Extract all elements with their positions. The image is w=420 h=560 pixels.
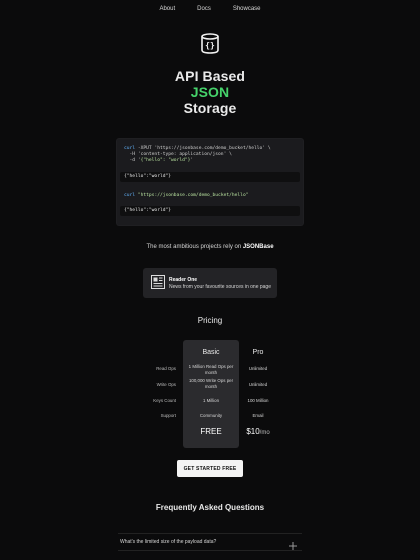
code-example: curl -XPUT 'https://jsonbase.com/demo_bu… (116, 138, 304, 226)
pro-price-unit: /mo (259, 430, 270, 436)
page: About Docs Showcase {} API Based JSON St… (0, 0, 420, 560)
faq-title: Frequently Asked Questions (155, 503, 265, 512)
put-command-data-prefix: -d ' (124, 158, 141, 163)
hero-title-line-3: Storage (183, 100, 237, 116)
faq-question: What's the limited size of the payload d… (120, 539, 217, 545)
nav-docs[interactable]: Docs (197, 6, 211, 12)
get-started-button[interactable]: GET STARTED FREE (177, 460, 243, 477)
put-command-data: {"hello": "world"} (140, 158, 191, 163)
rely-text: The most ambitious projects rely on JSON… (0, 244, 420, 250)
row-label-keys-count: Keys Count (153, 398, 176, 403)
row-label-support: Support (160, 413, 176, 418)
pro-price-amount: $10 (246, 427, 260, 436)
svg-text:{}: {} (205, 41, 215, 50)
plus-icon[interactable] (288, 538, 298, 550)
nav-showcase[interactable]: Showcase (233, 6, 261, 12)
put-command-keyword: curl (124, 146, 136, 151)
row-label-read-ops: Read Ops (156, 366, 176, 371)
put-command-output: {"hello":"world"} (120, 172, 300, 182)
put-command-url: -XPUT 'https://jsonbase.com/demo_bucket/… (135, 146, 271, 151)
project-card-reader-one[interactable]: Reader One News from your favourite sour… (143, 268, 277, 298)
hero-title: API Based JSON Storage (0, 68, 420, 116)
get-command-keyword: curl (124, 193, 136, 198)
hero-title-line-2: JSON (190, 84, 230, 100)
put-command: curl -XPUT 'https://jsonbase.com/demo_bu… (124, 146, 271, 164)
pro-keys-count: 100 Million (247, 398, 269, 403)
get-command-url: "https://jsonbase.com/demo_bucket/hello" (135, 193, 249, 198)
pricing-title: Pricing (197, 316, 223, 325)
pro-price: $10/mo (230, 427, 286, 436)
put-command-header: -H 'content-type: application/json' \ (124, 152, 232, 157)
pro-read-ops: Unlimited (248, 366, 268, 371)
get-command-output: {"hello":"world"} (120, 206, 300, 216)
project-name: Reader One (169, 277, 198, 283)
get-command: curl "https://jsonbase.com/demo_bucket/h… (124, 193, 248, 199)
project-description: News from your favourite sources in one … (169, 284, 271, 290)
put-command-data-suffix: ' (190, 158, 194, 163)
nav-about[interactable]: About (159, 6, 175, 12)
rely-brand: JSONBase (242, 244, 274, 250)
pro-write-ops: Unlimited (248, 382, 268, 387)
row-label-write-ops: Write Ops (156, 382, 176, 387)
jar-logo-icon: {} (200, 33, 220, 55)
rely-text-prefix: The most ambitious projects rely on (146, 244, 243, 250)
plan-title-pro: Pro (252, 349, 264, 356)
faq-item[interactable]: What's the limited size of the payload d… (118, 533, 302, 551)
newspaper-icon (151, 275, 165, 289)
top-nav: About Docs Showcase (0, 0, 420, 18)
hero-title-line-1: API Based (174, 68, 246, 84)
pro-support: Email (252, 413, 264, 418)
